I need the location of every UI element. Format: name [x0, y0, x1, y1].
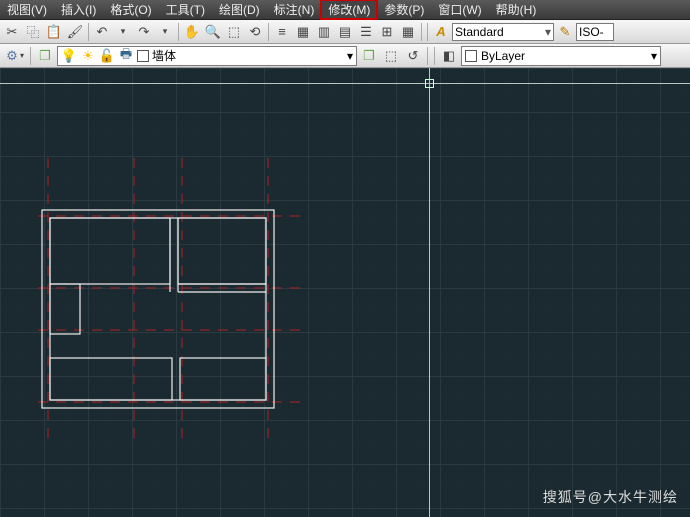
paste-icon[interactable]: 📋 — [44, 22, 64, 42]
markup-icon[interactable]: ☰ — [356, 22, 376, 42]
color-icon[interactable]: ◧ — [439, 46, 459, 66]
plot-icon: 🖶 — [118, 48, 134, 64]
layer-iso-icon[interactable]: ⬚ — [381, 46, 401, 66]
menu-insert[interactable]: 插入(I) — [54, 0, 103, 19]
separator — [434, 47, 435, 65]
zoom-prev-icon[interactable]: ⟲ — [245, 22, 265, 42]
menu-bar: 视图(V) 插入(I) 格式(O) 工具(T) 绘图(D) 标注(N) 修改(M… — [0, 0, 690, 20]
sheet-icon[interactable]: ▤ — [335, 22, 355, 42]
undo-dd-icon[interactable]: ▾ — [113, 22, 133, 42]
dim-style-icon[interactable]: ✎ — [555, 22, 575, 42]
menu-tools[interactable]: 工具(T) — [159, 0, 212, 19]
undo-icon[interactable]: ↶ — [92, 22, 112, 42]
layer-color-swatch — [137, 50, 149, 62]
lock-open-icon: 🔓 — [99, 48, 115, 64]
color-swatch — [465, 50, 477, 62]
separator — [427, 23, 428, 41]
chevron-down-icon: ▾ — [651, 49, 657, 63]
menu-modify[interactable]: 修改(M) — [321, 0, 377, 19]
bulb-on-icon: 💡 — [61, 48, 77, 64]
layer-manager-icon[interactable]: ⚙▾ — [2, 46, 26, 66]
dim-style-value: ISO- — [579, 25, 604, 39]
watermark: 搜狐号@大水牛测绘 — [543, 487, 678, 507]
crosshair-v — [429, 68, 430, 517]
separator — [268, 23, 269, 41]
toolbar-main: ✂ ⿻ 📋 🖌 ↶ ▾ ↷ ▾ ✋ 🔍 ⬚ ⟲ ≡ ▦ ▥ ▤ ☰ ⊞ ▦ A … — [0, 20, 690, 44]
separator — [178, 23, 179, 41]
zoom-realtime-icon[interactable]: 🔍 — [203, 22, 223, 42]
chevron-down-icon: ▾ — [347, 49, 353, 63]
separator — [427, 47, 428, 65]
menu-draw[interactable]: 绘图(D) — [212, 0, 267, 19]
layer-prev-icon[interactable]: ↺ — [403, 46, 423, 66]
crosshair-h — [0, 83, 690, 84]
chevron-down-icon: ▾ — [545, 25, 551, 39]
properties-icon[interactable]: ≡ — [272, 22, 292, 42]
dim-style-select[interactable]: ISO- — [576, 23, 614, 41]
separator — [30, 47, 31, 65]
color-value: ByLayer — [481, 49, 525, 63]
menu-help[interactable]: 帮助(H) — [489, 0, 544, 19]
layer-states-icon[interactable]: ❒ — [359, 46, 379, 66]
redo-dd-icon[interactable]: ▾ — [155, 22, 175, 42]
match-icon[interactable]: 🖌 — [65, 22, 85, 42]
menu-parametric[interactable]: 参数(P) — [377, 0, 431, 19]
layer-props-icon[interactable]: ❒ — [35, 46, 55, 66]
sun-icon: ☀ — [80, 48, 96, 64]
separator — [421, 23, 422, 41]
layer-name: 墙体 — [152, 47, 176, 64]
separator — [88, 23, 89, 41]
pan-icon[interactable]: ✋ — [182, 22, 202, 42]
text-style-select[interactable]: Standard ▾ — [452, 23, 554, 41]
design-center-icon[interactable]: ▦ — [293, 22, 313, 42]
table-icon[interactable]: ▦ — [398, 22, 418, 42]
menu-window[interactable]: 窗口(W) — [431, 0, 488, 19]
drawing-canvas[interactable]: 搜狐号@大水牛测绘 — [0, 68, 690, 517]
zoom-window-icon[interactable]: ⬚ — [224, 22, 244, 42]
color-select[interactable]: ByLayer ▾ — [461, 46, 661, 66]
menu-dimension[interactable]: 标注(N) — [267, 0, 322, 19]
floorplan-drawing — [38, 158, 318, 438]
quickcalc-icon[interactable]: ⊞ — [377, 22, 397, 42]
pickbox — [425, 79, 434, 88]
layer-bar: ⚙▾ ❒ 💡 ☀ 🔓 🖶 墙体 ▾ ❒ ⬚ ↺ ◧ ByLayer ▾ — [0, 44, 690, 68]
menu-format[interactable]: 格式(O) — [103, 0, 158, 19]
layer-select[interactable]: 💡 ☀ 🔓 🖶 墙体 ▾ — [57, 46, 357, 66]
menu-view[interactable]: 视图(V) — [0, 0, 54, 19]
copy-icon[interactable]: ⿻ — [23, 22, 43, 42]
text-style-icon[interactable]: A — [431, 22, 451, 42]
text-style-value: Standard — [455, 25, 504, 39]
cut-icon[interactable]: ✂ — [2, 22, 22, 42]
tool-palette-icon[interactable]: ▥ — [314, 22, 334, 42]
redo-icon[interactable]: ↷ — [134, 22, 154, 42]
